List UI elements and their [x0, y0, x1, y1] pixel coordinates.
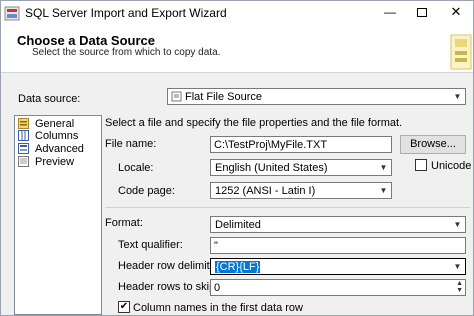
- wizard-graphic-icon: [450, 34, 472, 70]
- header-row-delimiter-value: {CR}{LF}: [215, 261, 261, 273]
- code-page-value: 1252 (ANSI - Latin I): [215, 185, 316, 197]
- close-button[interactable]: ✕: [438, 1, 473, 25]
- page-nav: General Columns Advanced Preview: [14, 115, 102, 315]
- chevron-down-icon[interactable]: ▼: [450, 259, 465, 274]
- preview-icon: [18, 156, 29, 167]
- header-rows-to-skip-input[interactable]: 0 ▲ ▼: [210, 279, 466, 296]
- format-label: Format:: [105, 217, 143, 229]
- file-name-label: File name:: [105, 138, 157, 150]
- flat-file-icon: [171, 91, 182, 102]
- title-bar: SQL Server Import and Export Wizard — ✕: [1, 1, 473, 27]
- section-divider: [105, 207, 470, 208]
- text-qualifier-value: ": [214, 240, 218, 252]
- locale-select[interactable]: English (United States) ▼: [210, 159, 392, 176]
- data-source-label: Data source:: [18, 93, 81, 105]
- general-intro: Select a file and specify the file prope…: [105, 117, 403, 129]
- window-title: SQL Server Import and Export Wizard: [25, 6, 227, 20]
- unicode-checkbox[interactable]: [415, 159, 427, 171]
- header-row-delimiter-label: Header row delimiter:: [118, 260, 223, 272]
- chevron-down-icon[interactable]: ▼: [376, 183, 391, 198]
- sql-server-wizard-icon: [4, 6, 20, 21]
- file-name-value: C:\TestProj\MyFile.TXT: [214, 139, 328, 151]
- maximize-button[interactable]: [406, 1, 438, 25]
- checkmark-icon: ✔: [119, 301, 129, 312]
- minimize-button[interactable]: —: [374, 1, 406, 25]
- general-icon: [18, 118, 29, 129]
- header-row-delimiter-select[interactable]: {CR}{LF} ▼: [210, 258, 466, 275]
- maximize-icon: [417, 8, 427, 17]
- column-names-label: Column names in the first data row: [133, 302, 303, 314]
- nav-item-label: Preview: [35, 156, 75, 168]
- code-page-label: Code page:: [118, 185, 175, 197]
- page-title: Choose a Data Source: [17, 33, 155, 48]
- page-subtitle: Select the source from which to copy dat…: [32, 47, 221, 58]
- data-source-value: Flat File Source: [185, 91, 263, 103]
- nav-item-label: General: [35, 118, 75, 130]
- text-qualifier-input[interactable]: ": [210, 237, 466, 254]
- close-icon: ✕: [450, 4, 462, 19]
- code-page-select[interactable]: 1252 (ANSI - Latin I) ▼: [210, 182, 392, 199]
- text-qualifier-label: Text qualifier:: [118, 239, 183, 251]
- advanced-icon: [18, 143, 29, 154]
- minimize-icon: —: [384, 5, 396, 19]
- spinner-arrows-icon[interactable]: ▲ ▼: [456, 280, 463, 294]
- locale-label: Locale:: [118, 162, 154, 174]
- column-names-checkbox[interactable]: ✔: [118, 301, 130, 313]
- chevron-down-icon[interactable]: ▼: [450, 89, 465, 104]
- wizard-header: Choose a Data Source Select the source f…: [1, 27, 473, 73]
- file-name-input[interactable]: C:\TestProj\MyFile.TXT: [210, 136, 392, 153]
- header-rows-to-skip-label: Header rows to skip:: [118, 281, 219, 293]
- chevron-down-icon[interactable]: ▼: [450, 217, 465, 232]
- format-value: Delimited: [215, 219, 261, 231]
- wizard-window: SQL Server Import and Export Wizard — ✕ …: [0, 0, 474, 316]
- header-rows-to-skip-value: 0: [214, 282, 221, 294]
- browse-button[interactable]: Browse...: [400, 135, 466, 154]
- nav-item-label: Advanced: [35, 143, 84, 155]
- unicode-label: Unicode: [431, 160, 472, 172]
- format-select[interactable]: Delimited ▼: [210, 216, 466, 233]
- nav-item-label: Columns: [35, 130, 79, 142]
- locale-value: English (United States): [215, 162, 328, 174]
- columns-icon: [18, 130, 29, 141]
- data-source-select[interactable]: Flat File Source ▼: [167, 88, 466, 105]
- chevron-down-icon[interactable]: ▼: [376, 160, 391, 175]
